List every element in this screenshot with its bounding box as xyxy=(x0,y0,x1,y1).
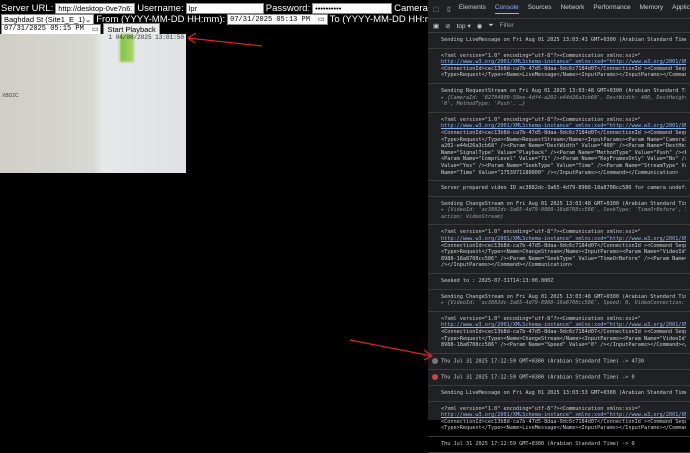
tab-sources[interactable]: Sources xyxy=(528,4,552,14)
console-toolbar: ▣ ⊘ top ▾ ◉ ⏷ Filter xyxy=(428,19,690,33)
devtools-panel: ⬚ ▯ Elements Console Sources Network Perform… xyxy=(428,0,690,420)
console-message: Sending RequestStream on Fri Aug 01 2025… xyxy=(428,84,690,113)
video-side-overlay: XBD2C xyxy=(2,93,19,99)
console-line: Value="Yes" /><Param Name="SeekType" Val… xyxy=(441,163,686,170)
console-line: <?xml version="1.0" encoding="utf-8"?><C… xyxy=(441,53,686,60)
console-line: <Type>Request</Type><Name>LiveMessage</N… xyxy=(441,72,686,79)
video-player[interactable]: 1 04/08/2025 13:01:50 XBD2C xyxy=(0,34,186,173)
console-line: Thu Jul 31 2025 17:12:59 GMT+0300 (Arabi… xyxy=(441,441,686,448)
console-log[interactable]: Sending LiveMessage on Fri Aug 01 2025 1… xyxy=(428,33,690,453)
console-line: <?xml version="1.0" encoding="utf-8"?><C… xyxy=(441,117,686,124)
password-label: Password: xyxy=(266,3,310,14)
console-message: Thu Jul 31 2025 17:12:59 GMT+0300 (Arabi… xyxy=(428,354,690,370)
console-line: ▸ {CameraId: '82784900-59ee-4df4-a202-e4… xyxy=(441,95,686,102)
console-line: http://www.w3.org/2001/XMLSchema-instanc… xyxy=(441,322,686,329)
console-line: Thu Jul 31 2025 17:12:59 GMT+0300 (Arabi… xyxy=(441,374,635,380)
repeat-count-badge xyxy=(432,374,438,380)
console-line: Sending LiveMessage on Fri Aug 01 2025 1… xyxy=(441,390,686,397)
console-message: <?xml version="1.0" encoding="utf-8"?><C… xyxy=(428,312,690,354)
console-line: <?xml version="1.0" encoding="utf-8"?><C… xyxy=(441,406,686,413)
console-line: ▸ {VideoId: 'ac3882dc-3a65-4d79-8988-18a… xyxy=(441,300,686,307)
console-line: Seeked to : 2025-07-31T14:13:00.000Z xyxy=(441,278,686,285)
video-timestamp-overlay: 1 04/08/2025 13:01:50 xyxy=(108,34,184,41)
console-line: <?xml version="1.0" encoding="utf-8"?><C… xyxy=(441,316,686,323)
console-line: <ConnectionId>cec13b8d-ca7b-47d5-8daa-9d… xyxy=(441,329,686,336)
console-line: /></InputParams></Command></Communicatio… xyxy=(441,262,686,269)
server-url-label: Server URL: xyxy=(1,3,53,14)
password-input[interactable] xyxy=(312,3,392,14)
console-line: Sending RequestStream on Fri Aug 01 2025… xyxy=(441,88,686,95)
console-line: http://www.w3.org/2001/XMLSchema-instanc… xyxy=(441,412,686,419)
console-line: http://www.w3.org/2001/XMLSchema-instanc… xyxy=(441,59,686,66)
console-message: Server prepared video ID ac3882dc-3a65-4… xyxy=(428,181,690,197)
console-line: '0', MethodType: 'Push', …} xyxy=(441,101,686,108)
console-line: <ConnectionId>cec13b8d-ca7b-47d5-8daa-9d… xyxy=(441,130,686,137)
tab-console[interactable]: Console xyxy=(495,4,519,14)
console-line: http://www.w3.org/2001/XMLSchema-instanc… xyxy=(441,123,686,130)
context-select[interactable]: top ▾ xyxy=(457,22,471,30)
console-line: <ConnectionId>cec13b8d-ca7b-47d5-8daa-9d… xyxy=(441,243,686,250)
from-datetime-input[interactable]: 07/31/2025 05:13 PM ▭ xyxy=(227,14,327,25)
console-line: <Type>Request</Type><Name>ChangeStream</… xyxy=(441,249,686,256)
server-url-input[interactable] xyxy=(55,3,135,14)
device-toolbar-icon[interactable]: ▯ xyxy=(447,5,451,13)
to-value: 07/31/2025 05:15 PM xyxy=(4,25,84,33)
console-line: Server prepared video ID ac3882dc-3a65-4… xyxy=(441,185,686,192)
username-label: Username: xyxy=(137,3,183,14)
repeat-count-badge xyxy=(432,358,438,364)
console-message: Thu Jul 31 2025 17:12:59 GMT+0300 (Arabi… xyxy=(428,437,690,453)
playback-page: Server URL: Username: Password: Camera: … xyxy=(0,0,428,420)
username-input[interactable] xyxy=(186,3,264,14)
console-message: Sending LiveMessage on Fri Aug 01 2025 1… xyxy=(428,33,690,49)
tab-performance[interactable]: Performance xyxy=(593,4,630,14)
console-message: <?xml version="1.0" encoding="utf-8"?><C… xyxy=(428,402,690,437)
console-line: Sending LiveMessage on Fri Aug 01 2025 1… xyxy=(441,37,686,44)
filter-input[interactable]: Filter xyxy=(500,22,514,29)
console-line: <ConnectionId>cec13b8d-ca7b-47d5-8daa-9d… xyxy=(441,66,686,73)
console-message: Thu Jul 31 2025 17:12:59 GMT+0300 (Arabi… xyxy=(428,370,690,386)
console-line: Name="SignalType" Value="Playback" /><Pa… xyxy=(441,150,686,157)
eye-icon[interactable]: ◉ xyxy=(477,22,483,30)
calendar-icon[interactable]: ▭ xyxy=(92,25,99,34)
calendar-icon[interactable]: ▭ xyxy=(318,15,325,24)
console-line: Name="Time" Value="1753971180000" /></In… xyxy=(441,170,686,177)
console-line: <Param Name="ComprLevel" Value="71" /><P… xyxy=(441,156,686,163)
console-line: <Type>Request</Type><Name>LiveMessage</N… xyxy=(441,425,686,432)
console-message: Seeked to : 2025-07-31T14:13:00.000Z xyxy=(428,274,690,290)
console-line: Sending ChangeStream on Fri Aug 01 2025 … xyxy=(441,201,686,208)
tab-elements[interactable]: Elements xyxy=(459,4,486,14)
clear-console-icon[interactable]: ⊘ xyxy=(445,22,450,30)
console-line: Thu Jul 31 2025 17:12:59 GMT+0300 (Arabi… xyxy=(441,358,644,364)
tab-network[interactable]: Network xyxy=(561,4,585,14)
console-line: a202-e44d26a3cb68" /><Param Name="DestWi… xyxy=(441,143,686,150)
console-line: 8988-18a8708cc586" /><Param Name="SeekTy… xyxy=(441,256,686,263)
filter-icon: ⏷ xyxy=(488,22,493,30)
tab-memory[interactable]: Memory xyxy=(640,4,663,14)
tab-application[interactable]: Application xyxy=(672,4,690,14)
devtools-tabbar: ⬚ ▯ Elements Console Sources Network Perform… xyxy=(428,0,690,19)
console-message: <?xml version="1.0" encoding="utf-8"?><C… xyxy=(428,49,690,84)
console-message: <?xml version="1.0" encoding="utf-8"?><C… xyxy=(428,225,690,274)
console-line: <?xml version="1.0" encoding="utf-8"?><C… xyxy=(441,229,686,236)
inspect-icon[interactable]: ⬚ xyxy=(433,5,439,13)
console-line: 8988-18a8708cc586" /><Param Name="Speed"… xyxy=(441,342,686,349)
console-line: Sending ChangeStream on Fri Aug 01 2025 … xyxy=(441,294,686,301)
console-line: <Type>Request</Type><Name>ChangeStream</… xyxy=(441,336,686,343)
console-message: Sending LiveMessage on Fri Aug 01 2025 1… xyxy=(428,386,690,402)
console-line: http://www.w3.org/2001/XMLSchema-instanc… xyxy=(441,236,686,243)
to-datetime-input[interactable]: 07/31/2025 05:15 PM ▭ xyxy=(1,24,101,35)
console-line: action: VideoStream} xyxy=(441,214,686,221)
console-message: Sending ChangeStream on Fri Aug 01 2025 … xyxy=(428,290,690,312)
from-value: 07/31/2025 05:13 PM xyxy=(230,16,310,24)
sidebar-toggle-icon[interactable]: ▣ xyxy=(433,22,439,30)
console-line: ▸ {VideoId: 'ac3882dc-3a65-4d79-8988-18a… xyxy=(441,207,686,214)
console-message: Sending ChangeStream on Fri Aug 01 2025 … xyxy=(428,197,690,226)
console-message: <?xml version="1.0" encoding="utf-8"?><C… xyxy=(428,113,690,181)
camera-label: Camera: xyxy=(394,3,430,14)
console-line: <Type>Request</Type><Name>RequestStream<… xyxy=(441,137,686,144)
